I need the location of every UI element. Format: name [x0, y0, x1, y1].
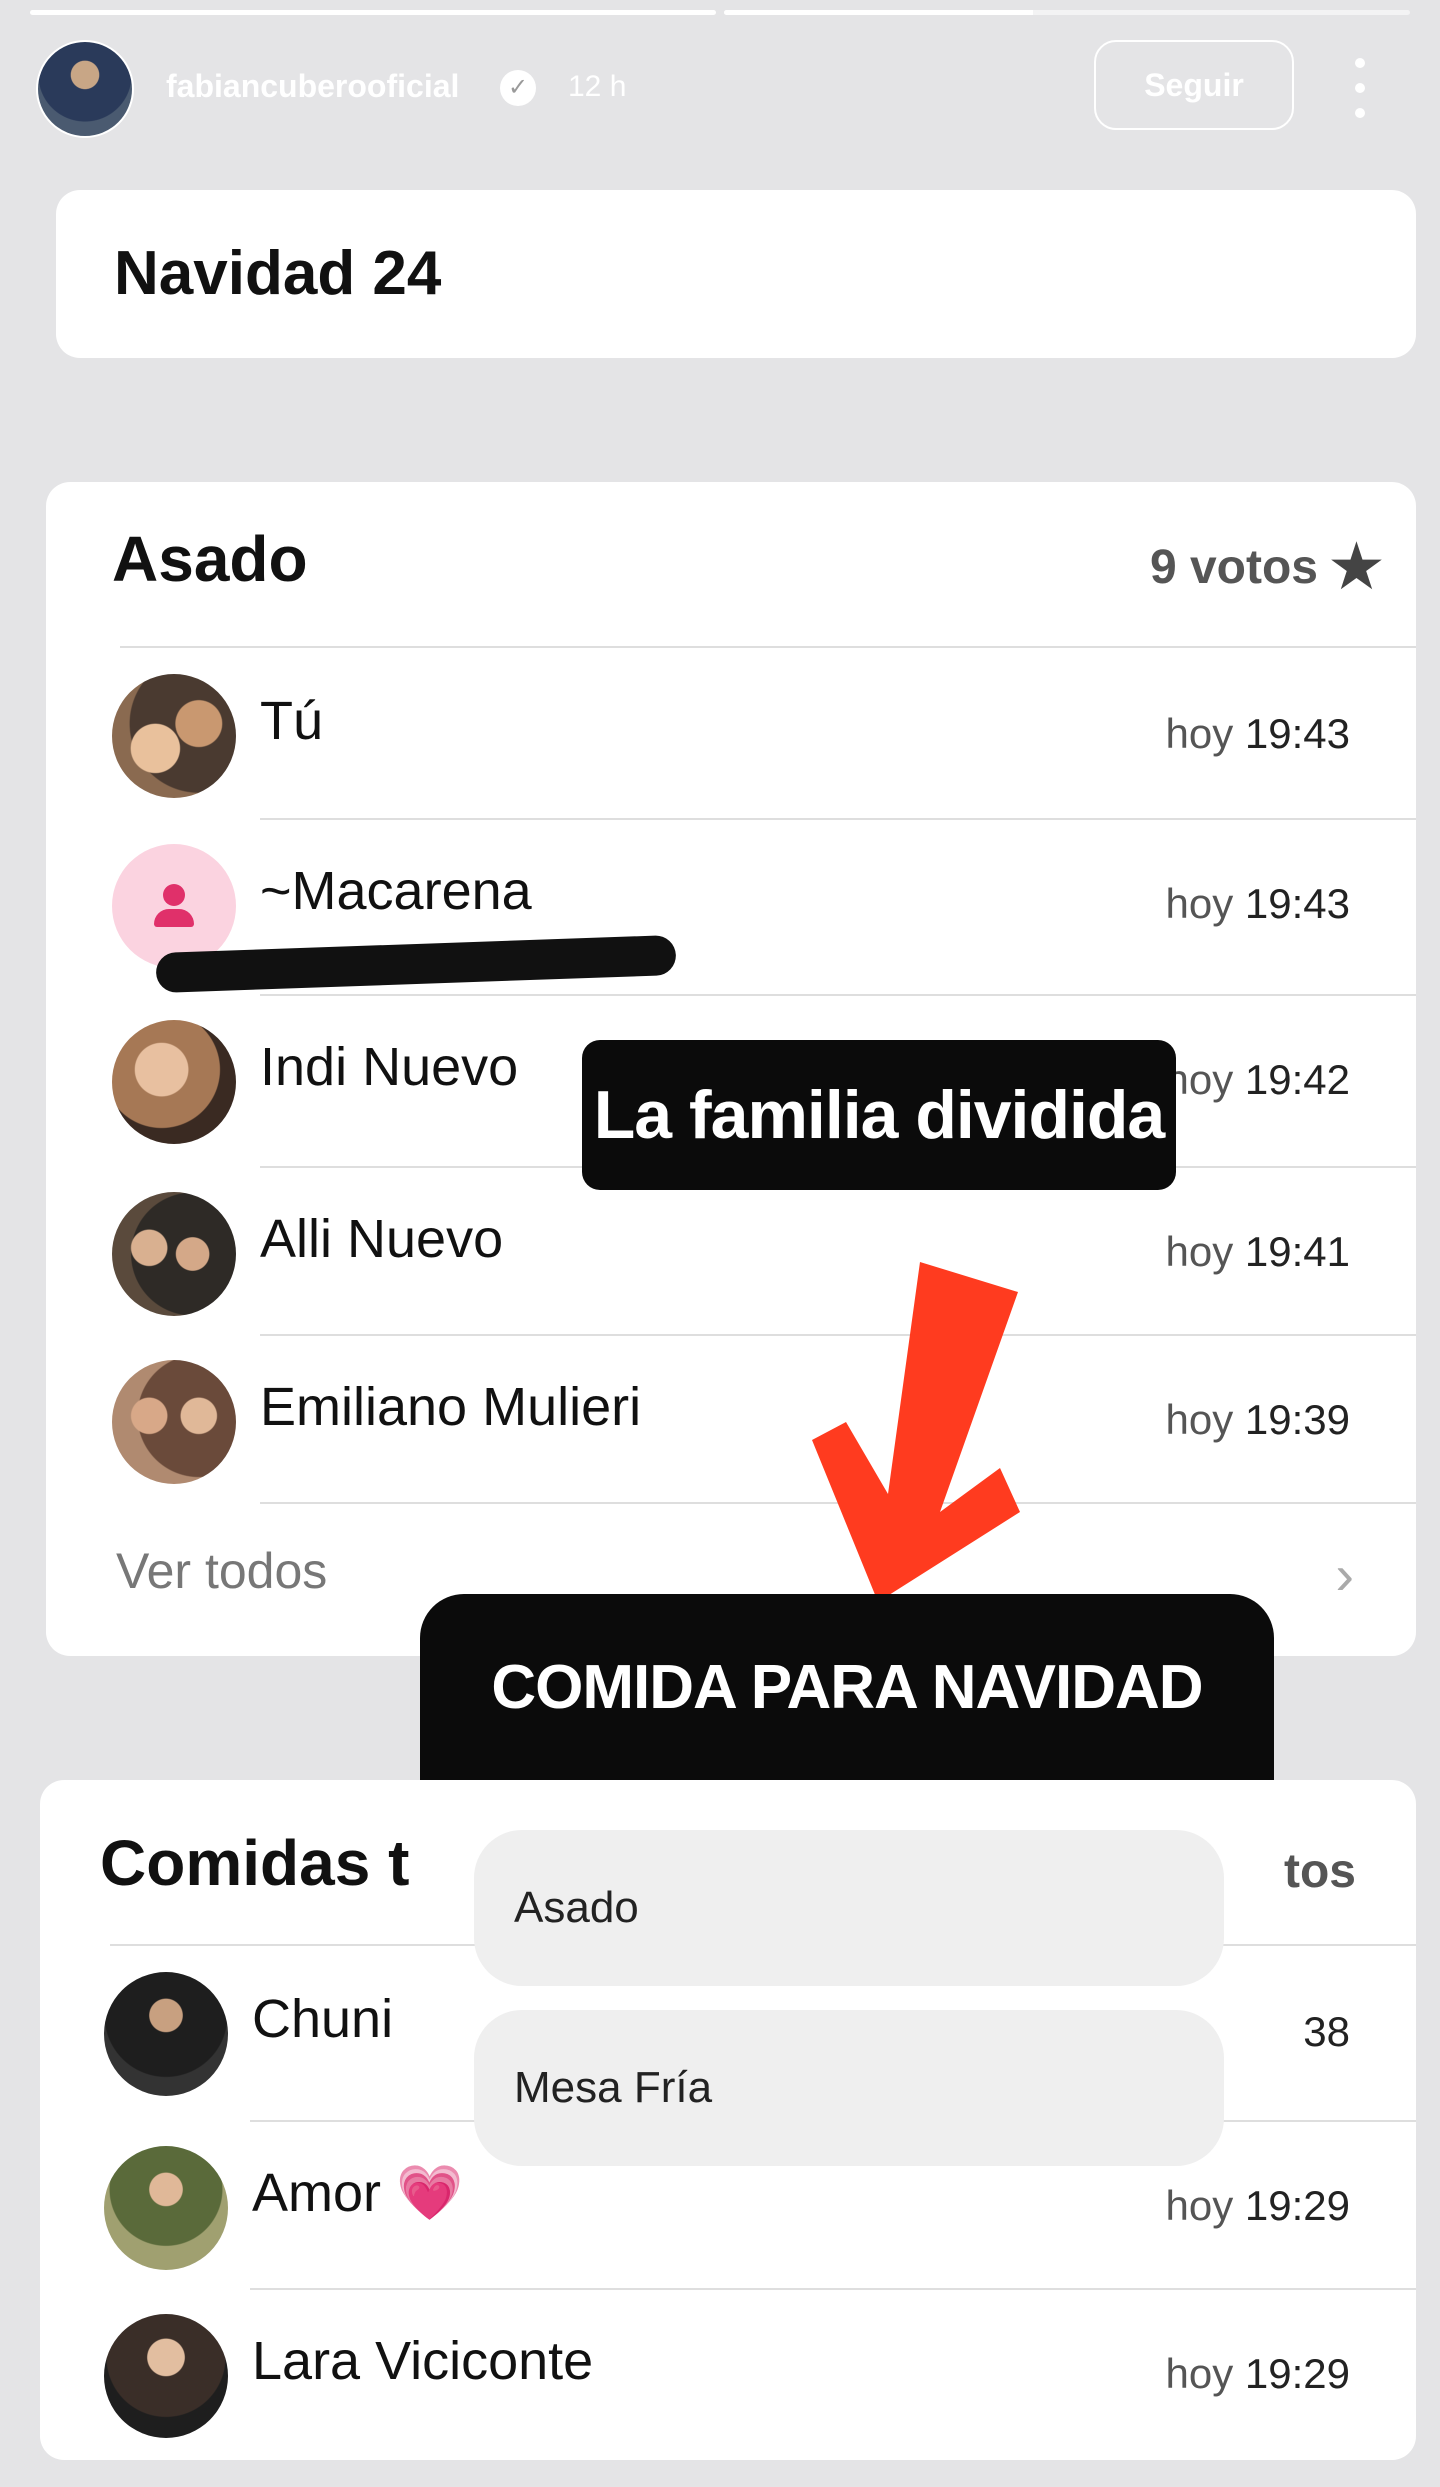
red-arrow-icon	[812, 1262, 1020, 1602]
follow-button[interactable]: Seguir	[1094, 40, 1294, 130]
voter-row[interactable]: Tú hoy 19:43	[46, 652, 1416, 822]
voter-name: Lara Viciconte	[252, 2331, 594, 2391]
vote-time: hoy 19:42	[1165, 1056, 1351, 1103]
voter-name: Emiliano Mulieri	[260, 1377, 642, 1437]
vote-time: hoy 19:43	[1165, 880, 1351, 927]
vote-time: hoy 19:29	[1165, 2350, 1351, 2397]
voter-name: Alli Nuevo	[260, 1209, 504, 1269]
voter-name: ~Macarena	[260, 861, 532, 921]
avatar	[112, 1192, 236, 1316]
time-ago: 12 h	[568, 70, 627, 103]
vote-time: hoy 19:39	[1165, 1396, 1351, 1443]
more-options-icon[interactable]	[1350, 58, 1370, 118]
avatar	[112, 1020, 236, 1144]
see-all-link[interactable]: Ver todos	[116, 1542, 327, 1600]
page-title: Navidad 24	[114, 239, 442, 308]
poll-choice-label: Mesa Fría	[514, 2063, 713, 2112]
vote-time: hoy 19:41	[1165, 1228, 1351, 1275]
vote-time: hoy 19:43	[1165, 710, 1351, 757]
progress-segment-1	[30, 10, 716, 15]
vote-time: hoy 19:29	[1165, 2182, 1351, 2229]
username[interactable]: fabiancuberooficial	[166, 68, 459, 105]
voter-row[interactable]: Lara Viciconte hoy 19:29	[40, 2292, 1416, 2462]
voter-name: Tú	[260, 691, 324, 751]
voter-name: Amor 💗	[252, 2163, 464, 2223]
profile-avatar[interactable]	[36, 40, 134, 138]
progress-segment-2	[724, 10, 1410, 15]
star-icon: ★	[1326, 529, 1386, 603]
text-sticker-familia: La familia dividida	[582, 1040, 1176, 1190]
voter-row[interactable]: Emiliano Mulieri hoy 19:39	[46, 1338, 1416, 1508]
vote-count: tos	[1284, 1845, 1356, 1898]
voter-name: Indi Nuevo	[260, 1037, 519, 1097]
vote-time: 38	[1303, 2008, 1350, 2055]
poll-choice-label: Asado	[514, 1883, 639, 1932]
avatar	[104, 2314, 228, 2438]
redaction-scribble	[155, 934, 677, 994]
voter-row[interactable]: ~Macarena hoy 19:43	[46, 822, 1416, 994]
poll-option-title: Comidas t	[100, 1827, 410, 1899]
chevron-right-icon[interactable]: ›	[1335, 1542, 1354, 1607]
voter-row[interactable]: Alli Nuevo hoy 19:41	[46, 1170, 1416, 1340]
avatar	[112, 674, 236, 798]
avatar	[104, 1972, 228, 2096]
poll-sticker-title: COMIDA PARA NAVIDAD	[420, 1594, 1274, 1780]
avatar	[112, 1360, 236, 1484]
story-progress	[30, 10, 1410, 15]
vote-count: 9 votos	[1149, 541, 1318, 594]
poll-choice-asado[interactable]: Asado	[474, 1830, 1224, 1986]
poll-option-title: Asado	[112, 523, 308, 595]
avatar	[112, 844, 236, 968]
person-icon	[154, 884, 194, 928]
avatar	[104, 2146, 228, 2270]
poll-choice-mesa-fria[interactable]: Mesa Fría	[474, 2010, 1224, 2166]
verified-badge-icon: ✓	[500, 70, 536, 106]
title-card: Navidad 24	[56, 190, 1416, 358]
voter-name: Chuni	[252, 1989, 394, 2049]
